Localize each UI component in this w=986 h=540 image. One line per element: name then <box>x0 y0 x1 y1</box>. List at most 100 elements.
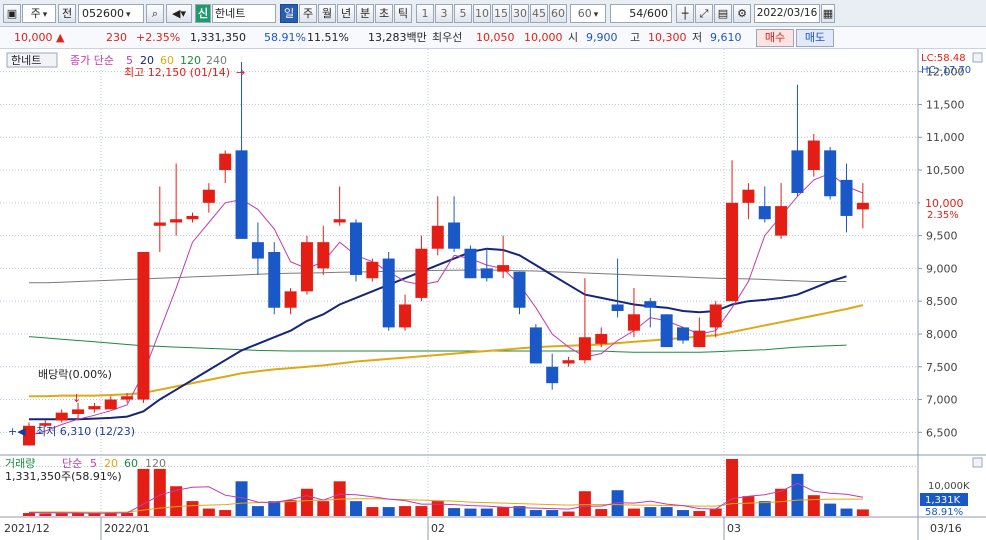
volume-legend-ma5[interactable]: 5 <box>90 457 97 470</box>
period-tick-button[interactable]: 틱 <box>394 4 412 23</box>
interval-30-label: 30 <box>513 7 527 20</box>
interval-60-button[interactable]: 60 <box>549 4 567 23</box>
sell-label: 매도 <box>804 31 826 44</box>
volume-bar-down <box>840 508 853 516</box>
volume-bar-up <box>742 496 755 516</box>
bar-count-value: 54 <box>629 7 644 20</box>
candle-down <box>840 179 853 216</box>
volume-legend-ma20[interactable]: 20 <box>104 457 118 470</box>
prev-button[interactable]: 전 <box>58 4 76 23</box>
volume-bar-up <box>300 488 313 516</box>
volume-bar-down <box>824 503 837 516</box>
stock-code-input[interactable]: 052600 <box>78 4 144 23</box>
interval-10-button[interactable]: 10 <box>473 4 491 23</box>
candle-down <box>268 252 281 308</box>
stock-name-field[interactable]: 한네트 <box>212 4 276 23</box>
interval-30-button[interactable]: 30 <box>511 4 529 23</box>
volume-title[interactable]: 거래량 <box>5 457 35 470</box>
price-axis-label: 7,000 <box>926 394 958 407</box>
period-year-button[interactable]: 년 <box>337 4 355 23</box>
low-arrow-icon: +◀ <box>8 425 26 438</box>
candle-up <box>562 360 575 364</box>
dividend-annotation: 배당락(0.00%) <box>38 368 112 381</box>
candle-down <box>611 304 624 312</box>
settings-button[interactable]: ⚙ <box>733 4 751 23</box>
volume-bar-up <box>709 508 722 516</box>
sound-button[interactable]: ◀▾ <box>166 4 192 23</box>
candle-up <box>317 242 330 269</box>
period-week-button[interactable]: 주 <box>299 4 317 23</box>
window-menu-icon[interactable]: ▣ <box>3 4 21 23</box>
buy-button[interactable]: 매수 <box>756 29 794 47</box>
volume-pane-menu-icon[interactable] <box>972 457 983 468</box>
volume-ratio: 58.91% <box>264 31 306 44</box>
candle-down <box>791 150 804 193</box>
high-annotation: 최고 12,150 (01/14) <box>124 66 230 79</box>
interval-45-button[interactable]: 45 <box>530 4 548 23</box>
volume-bar-down <box>350 501 362 516</box>
interval-45-label: 45 <box>532 7 546 20</box>
bar-count-field[interactable]: 54/600 <box>610 4 672 23</box>
credit-badge-label: 신 <box>197 7 209 20</box>
period-select[interactable]: 주 <box>22 4 56 23</box>
volume-bar-up <box>55 513 68 516</box>
interval-select[interactable]: 60 <box>570 4 606 23</box>
volume-bar-down <box>480 508 493 516</box>
volume-bar-up <box>775 488 788 516</box>
volume-legend-prefix: 단순 <box>62 457 82 470</box>
price-axis-label: 9,000 <box>926 262 958 275</box>
interval-3-label: 3 <box>440 7 448 20</box>
candle-up <box>186 215 199 220</box>
date-label-03: 03 <box>727 522 741 535</box>
interval-3-button[interactable]: 3 <box>435 4 453 23</box>
interval-15-button[interactable]: 15 <box>492 4 510 23</box>
interval-1-button[interactable]: 1 <box>416 4 434 23</box>
bar-count-total: /600 <box>643 7 668 20</box>
calendar-button[interactable]: ▦ <box>821 4 835 23</box>
prev-label: 전 <box>61 7 73 20</box>
period-second-button[interactable]: 초 <box>375 4 393 23</box>
search-button[interactable]: ⌕ <box>146 4 164 23</box>
price-axis-label: 8,500 <box>926 295 958 308</box>
volume-bar-up <box>39 513 52 516</box>
volume-bar-up <box>284 500 297 516</box>
volume-bar-down <box>529 510 542 516</box>
candle-up <box>775 206 788 236</box>
price-pane-menu-icon[interactable] <box>972 52 983 63</box>
chart-tools-button[interactable]: ⤢ <box>695 4 713 23</box>
volume-bar-up <box>431 501 444 516</box>
volume-bar-up <box>399 506 412 516</box>
price-legend-prefix: 종가 단순 <box>70 54 114 67</box>
interval-select-value: 60 <box>577 7 592 20</box>
interval-5-button[interactable]: 5 <box>454 4 472 23</box>
volume-bar-up <box>807 495 820 516</box>
stock-chart[interactable]: 6,500 7,000 7,500 8,000 8,500 9,000 9,500 10,00… <box>0 49 986 540</box>
indicator-button[interactable]: ▤ <box>714 4 732 23</box>
low-annotation: 최저 6,310 (12/23) <box>36 425 135 438</box>
volume-bar-up <box>415 506 428 516</box>
volume-legend-ma120[interactable]: 120 <box>145 457 166 470</box>
period-day-button[interactable]: 일 <box>280 4 298 23</box>
period-select-value: 주 <box>30 7 41 20</box>
candle-down <box>677 327 689 341</box>
period-minute-label: 분 <box>359 7 371 20</box>
candle-down <box>382 258 395 328</box>
date-field[interactable]: 2022/03/16 <box>754 4 820 23</box>
chart-name-tag[interactable]: 한네트 <box>11 54 41 67</box>
volume-legend-ma60[interactable]: 60 <box>124 457 138 470</box>
volume-tag: 1,331K <box>925 495 961 506</box>
buy-label: 매수 <box>764 31 786 44</box>
sell-button[interactable]: 매도 <box>796 29 834 47</box>
volume-current-note: 1,331,350주(58.91%) <box>5 470 122 483</box>
period-minute-button[interactable]: 분 <box>356 4 374 23</box>
interval-5-label: 5 <box>459 7 467 20</box>
calendar-icon: ▦ <box>822 7 834 20</box>
candle-type-button[interactable]: ┼ <box>676 4 694 23</box>
candle-up <box>693 330 706 348</box>
volume-bar-up <box>693 511 706 516</box>
period-month-button[interactable]: 월 <box>318 4 336 23</box>
volume-bar-up <box>219 510 232 516</box>
price-axis-label: 10,500 <box>926 164 965 177</box>
speaker-icon: ◀▾ <box>172 7 186 20</box>
volume-bar-up <box>317 501 330 516</box>
